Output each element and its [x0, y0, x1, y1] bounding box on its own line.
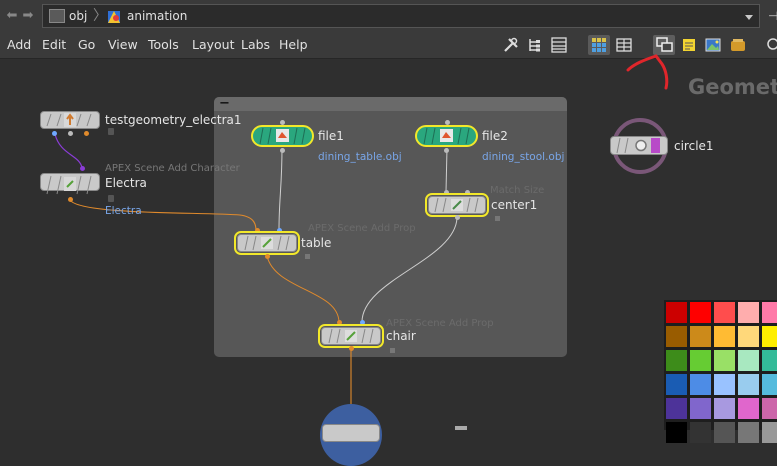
color-swatch[interactable]: [762, 326, 777, 347]
color-swatch[interactable]: [738, 422, 759, 443]
output-connector[interactable]: [52, 131, 57, 136]
wire-file1-to-table: [278, 147, 283, 230]
color-swatch[interactable]: [738, 326, 759, 347]
color-swatch[interactable]: [690, 422, 711, 443]
node-file1[interactable]: [251, 125, 314, 147]
color-swatch[interactable]: [666, 398, 687, 419]
node-label-circle1: circle1: [674, 139, 714, 153]
flag-icon: [390, 348, 395, 353]
color-swatch[interactable]: [690, 398, 711, 419]
color-swatch[interactable]: [762, 302, 777, 323]
node-label-fragment: [455, 426, 467, 430]
node-output[interactable]: [322, 424, 380, 442]
color-swatch[interactable]: [666, 374, 687, 395]
color-swatch[interactable]: [738, 350, 759, 371]
node-label-chair: chair: [386, 329, 416, 343]
node-center1[interactable]: [425, 193, 489, 217]
node-type-center1: Match Size: [490, 185, 545, 196]
node-sub-file1: dining_table.obj: [318, 151, 402, 163]
output-connector[interactable]: [68, 131, 73, 136]
color-swatch[interactable]: [762, 350, 777, 371]
node-electra[interactable]: [40, 173, 100, 195]
color-swatch[interactable]: [762, 374, 777, 395]
node-sub-file2: dining_stool.obj: [482, 151, 565, 163]
context-title: Geomet: [688, 75, 777, 99]
input-connector[interactable]: [465, 190, 470, 195]
input-connector[interactable]: [255, 228, 260, 233]
output-connector[interactable]: [68, 197, 73, 202]
output-connector[interactable]: [265, 254, 270, 259]
node-label-file2: file2: [482, 129, 508, 143]
node-label-file1: file1: [318, 129, 344, 143]
color-palette: [664, 300, 777, 443]
node-chair[interactable]: [318, 324, 384, 348]
node-testgeometry[interactable]: [40, 111, 100, 129]
output-connector[interactable]: [455, 215, 460, 220]
color-swatch[interactable]: [690, 302, 711, 323]
input-connector[interactable]: [80, 166, 85, 171]
wire-file2-to-center1: [445, 147, 448, 193]
lock-icon: [108, 195, 114, 202]
node-label-testgeometry: testgeometry_electra1: [105, 113, 242, 127]
node-type-table: APEX Scene Add Prop: [308, 223, 416, 234]
flag-icon: [305, 254, 310, 259]
node-type-chair: APEX Scene Add Prop: [386, 318, 494, 329]
node-label-table: table: [301, 236, 332, 250]
color-swatch[interactable]: [714, 326, 735, 347]
color-swatch[interactable]: [666, 302, 687, 323]
node-table[interactable]: [234, 231, 300, 255]
color-swatch[interactable]: [690, 374, 711, 395]
color-swatch[interactable]: [666, 326, 687, 347]
color-swatch[interactable]: [738, 302, 759, 323]
node-sub-electra: Electra: [105, 205, 142, 217]
color-swatch[interactable]: [666, 350, 687, 371]
wire-electra-to-table: [69, 199, 257, 232]
node-circle1[interactable]: [610, 136, 668, 155]
color-swatch[interactable]: [738, 374, 759, 395]
output-connector[interactable]: [84, 131, 89, 136]
output-connector[interactable]: [444, 148, 449, 153]
color-swatch[interactable]: [714, 422, 735, 443]
lock-icon: [108, 128, 114, 135]
color-swatch[interactable]: [714, 302, 735, 323]
color-swatch[interactable]: [714, 398, 735, 419]
output-connector[interactable]: [280, 148, 285, 153]
node-type-electra: APEX Scene Add Character: [105, 163, 240, 174]
color-swatch[interactable]: [666, 422, 687, 443]
input-connector[interactable]: [337, 320, 342, 325]
flag-icon: [495, 216, 500, 221]
input-connector[interactable]: [277, 228, 282, 233]
color-swatch[interactable]: [738, 398, 759, 419]
wire-table-to-chair: [266, 255, 340, 323]
color-swatch[interactable]: [714, 374, 735, 395]
color-swatch[interactable]: [762, 422, 777, 443]
node-file2[interactable]: [415, 125, 478, 147]
color-swatch[interactable]: [690, 350, 711, 371]
color-swatch[interactable]: [762, 398, 777, 419]
input-connector[interactable]: [360, 320, 365, 325]
output-connector[interactable]: [349, 346, 354, 351]
node-label-electra: Electra: [105, 176, 147, 190]
wire-testgeometry-to-electra: [54, 133, 83, 169]
color-swatch[interactable]: [690, 326, 711, 347]
annotation-arrow: [626, 54, 669, 90]
node-label-center1: center1: [491, 198, 538, 212]
input-connector[interactable]: [444, 190, 449, 195]
color-swatch[interactable]: [714, 350, 735, 371]
